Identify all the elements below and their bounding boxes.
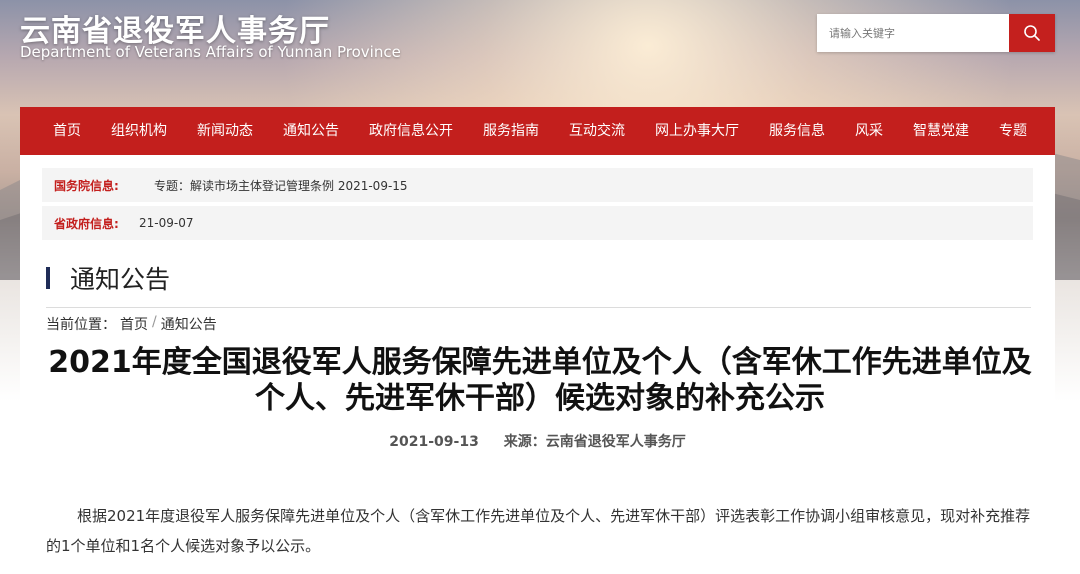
nav-item-service-guide[interactable]: 服务指南: [468, 107, 554, 155]
nav-item-smart-party[interactable]: 智慧党建: [898, 107, 984, 155]
nav-item-style[interactable]: 风采: [840, 107, 898, 155]
search-icon: [1024, 25, 1040, 41]
main-nav: 首页 组织机构 新闻动态 通知公告 政府信息公开 服务指南 互动交流 网上办事大…: [20, 107, 1055, 155]
main-content: 国务院信息: 专题：解读市场主体登记管理条例 2021-09-15 省政府信息:…: [20, 155, 1055, 574]
article-body: 根据2021年度退役军人服务保障先进单位及个人（含军休工作先进单位及个人、先进军…: [46, 507, 1031, 555]
search-button[interactable]: [1009, 14, 1055, 52]
notice-link[interactable]: 专题：解读市场主体登记管理条例 2021-09-15: [154, 177, 408, 194]
notice-row-provincial: 省政府信息: 21-09-07: [42, 206, 1033, 240]
notice-row-state-council: 国务院信息: 专题：解读市场主体登记管理条例 2021-09-15: [42, 168, 1033, 202]
nav-item-organization[interactable]: 组织机构: [96, 107, 182, 155]
notice-link[interactable]: 21-09-07: [139, 216, 193, 230]
article-title: 2021年度全国退役军人服务保障先进单位及个人（含军休工作先进单位及个人、先进军…: [48, 345, 1032, 416]
nav-item-service-info[interactable]: 服务信息: [754, 107, 840, 155]
search-input[interactable]: [817, 14, 1009, 52]
nav-item-home[interactable]: 首页: [20, 107, 96, 155]
notice-label: 国务院信息:: [54, 178, 119, 193]
section-bar: [46, 267, 50, 289]
site-subtitle: Department of Veterans Affairs of Yunnan…: [20, 43, 401, 61]
breadcrumb-home[interactable]: 首页: [120, 314, 148, 334]
article-date: 2021-09-13: [389, 434, 479, 450]
nav-item-gov-info[interactable]: 政府信息公开: [354, 107, 468, 155]
search-box: [817, 14, 1055, 52]
nav-item-interaction[interactable]: 互动交流: [554, 107, 640, 155]
breadcrumb-prefix: 当前位置：: [46, 317, 116, 333]
breadcrumb: 当前位置： 首页 / 通知公告: [46, 314, 217, 334]
section-title: 通知公告: [70, 265, 171, 294]
article-source: 来源：云南省退役军人事务厅: [503, 434, 686, 450]
nav-item-topics[interactable]: 专题: [984, 107, 1042, 155]
article-meta: 2021-09-13 来源：云南省退役军人事务厅: [20, 431, 1055, 451]
nav-item-notices[interactable]: 通知公告: [268, 107, 354, 155]
nav-item-news[interactable]: 新闻动态: [182, 107, 268, 155]
notice-label: 省政府信息:: [54, 216, 119, 231]
breadcrumb-separator: /: [152, 314, 157, 330]
nav-item-online-hall[interactable]: 网上办事大厅: [640, 107, 754, 155]
section-heading: 通知公告: [46, 260, 170, 296]
divider: [46, 307, 1031, 308]
breadcrumb-current[interactable]: 通知公告: [161, 314, 217, 334]
